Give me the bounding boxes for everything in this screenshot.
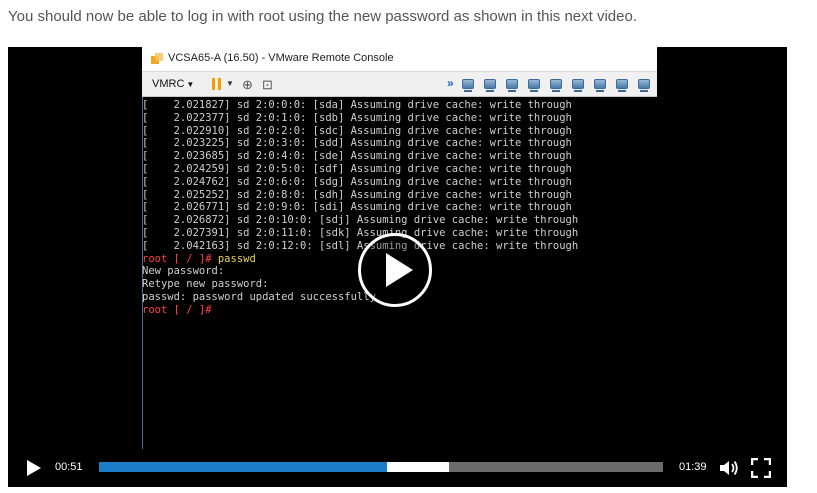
volume-icon[interactable] [719, 459, 739, 477]
chevron-down-icon: ▼ [186, 80, 195, 89]
prompt-text: root [ / ]# [142, 252, 218, 265]
console-line: [ 2.023685] sd 2:0:4:0: [sde] Assuming d… [142, 150, 572, 163]
player-controls: 00:51 01:39 [8, 449, 787, 487]
progress-bar[interactable] [99, 462, 663, 472]
vmrc-menu-label: VMRC [152, 78, 185, 90]
device-icon[interactable] [528, 79, 540, 92]
console-line: [ 2.025252] sd 2:0:8:0: [sdh] Assuming d… [142, 188, 572, 201]
intro-text: You should now be able to log in with ro… [8, 8, 638, 25]
more-icon[interactable]: » [447, 76, 454, 90]
play-icon [386, 253, 413, 287]
pause-icon[interactable] [212, 78, 222, 90]
device-icon[interactable] [638, 79, 650, 92]
device-icon[interactable] [616, 79, 628, 92]
played-bar [99, 462, 387, 472]
fullscreen-icon[interactable] [751, 458, 771, 478]
video-player[interactable]: VCSA65-A (16.50) - VMware Remote Console… [8, 47, 787, 487]
console-line: [ 2.026872] sd 2:0:10:0: [sdj] Assuming … [142, 214, 579, 227]
play-icon[interactable] [26, 459, 42, 477]
console-line: [ 2.024259] sd 2:0:5:0: [sdf] Assuming d… [142, 162, 572, 175]
console-line: [ 2.022910] sd 2:0:2:0: [sdc] Assuming d… [142, 124, 572, 137]
device-icon[interactable] [462, 79, 474, 92]
vmware-logo-icon [151, 53, 163, 64]
current-time: 00:51 [55, 461, 83, 473]
prompt-text: root [ / ]# [142, 303, 218, 316]
total-time: 01:39 [679, 461, 707, 473]
big-play-button[interactable] [358, 233, 432, 307]
device-icon[interactable] [506, 79, 518, 92]
console-line: [ 2.026771] sd 2:0:9:0: [sdi] Assuming d… [142, 201, 572, 214]
vmrc-menu-button[interactable]: VMRC ▼ [152, 78, 194, 90]
vmrc-titlebar: VCSA65-A (16.50) - VMware Remote Console [142, 47, 657, 71]
device-icon[interactable] [550, 79, 562, 92]
command-text: passwd [217, 252, 256, 265]
vmrc-toolbar: VMRC ▼ ▼ ⊕ ⊡ » [142, 71, 657, 97]
console-line: [ 2.023225] sd 2:0:3:0: [sdd] Assuming d… [142, 137, 572, 150]
device-icon[interactable] [484, 79, 496, 92]
device-icon[interactable] [594, 79, 606, 92]
device-icon[interactable] [572, 79, 584, 92]
network-icon[interactable]: ⊕ [242, 77, 253, 93]
console-line: [ 2.024762] sd 2:0:6:0: [sdg] Assuming d… [142, 175, 572, 188]
console-line: [ 2.021827] sd 2:0:0:0: [sda] Assuming d… [142, 99, 572, 111]
console-line: [ 2.022377] sd 2:0:1:0: [sdb] Assuming d… [142, 111, 572, 124]
chevron-down-icon[interactable]: ▼ [226, 79, 234, 88]
fit-window-icon[interactable]: ⊡ [262, 77, 273, 93]
vmrc-title: VCSA65-A (16.50) - VMware Remote Console [168, 52, 394, 64]
